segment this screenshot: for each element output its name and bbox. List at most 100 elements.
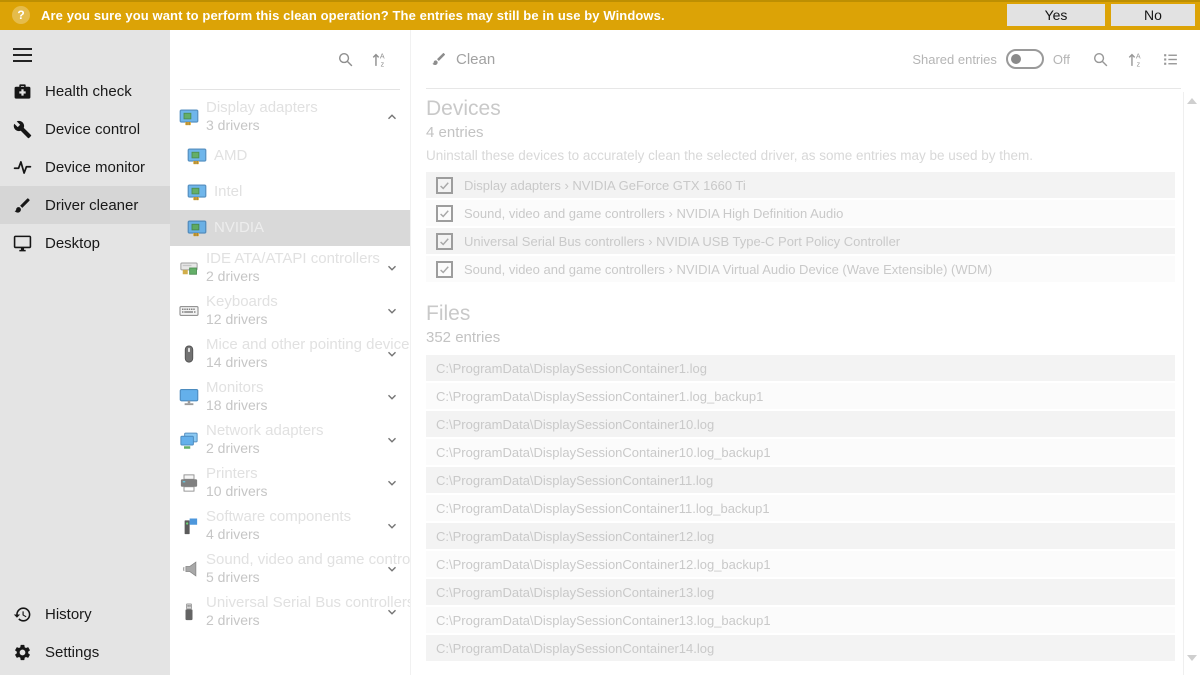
- sort-icon[interactable]: Az: [1127, 51, 1144, 68]
- checkbox-checked-icon[interactable]: [436, 261, 453, 278]
- app-body: Health check Device control Device monit…: [0, 30, 1200, 675]
- menu-button[interactable]: [0, 38, 170, 72]
- tree-item-printers[interactable]: Printers10 drivers: [170, 461, 410, 504]
- tree-item-universal-serial-bus-controllers[interactable]: Universal Serial Bus controllers2 driver…: [170, 590, 410, 633]
- chevron-down-icon[interactable]: [385, 433, 399, 447]
- sidebar-item-label: Device monitor: [45, 159, 145, 176]
- devices-title: Devices: [426, 97, 1175, 121]
- device-group-label: AMD: [214, 147, 247, 164]
- help-icon: ?: [12, 6, 30, 24]
- app-window: ? Are you sure you want to perform this …: [0, 0, 1200, 675]
- clean-header: Clean Shared entries Off Az: [411, 30, 1200, 88]
- toggle-state-label: Off: [1053, 52, 1070, 67]
- sidebar-item-settings[interactable]: Settings: [0, 633, 170, 671]
- file-path-label: C:\ProgramData\DisplaySessionContainer10…: [436, 417, 714, 432]
- scroll-down-arrow[interactable]: [1187, 655, 1197, 661]
- chevron-up-icon[interactable]: [385, 110, 399, 124]
- device-tree: Display adapters3 drivers AMD Intel NVID…: [170, 90, 410, 675]
- device-tree-panel: Az Display adapters3 drivers AMD Intel N…: [170, 30, 410, 675]
- sidebar-item-driver-cleaner[interactable]: Driver cleaner: [0, 186, 170, 224]
- chevron-down-icon[interactable]: [385, 476, 399, 490]
- file-path-label: C:\ProgramData\DisplaySessionContainer10…: [436, 445, 771, 460]
- clean-title-label: Clean: [456, 51, 495, 68]
- shared-entries-toggle[interactable]: [1006, 49, 1044, 69]
- desktop-icon: [13, 234, 32, 253]
- chevron-down-icon[interactable]: [385, 562, 399, 576]
- tree-item-software-components[interactable]: Software components4 drivers: [170, 504, 410, 547]
- tree-item-keyboards[interactable]: Keyboards12 drivers: [170, 289, 410, 332]
- display-adapter-icon: [187, 146, 207, 166]
- file-entry-row: C:\ProgramData\DisplaySessionContainer13…: [426, 579, 1175, 605]
- svg-text:z: z: [381, 61, 385, 68]
- device-entry-row[interactable]: Sound, video and game controllers › NVID…: [426, 256, 1175, 282]
- file-entry-row: C:\ProgramData\DisplaySessionContainer10…: [426, 439, 1175, 465]
- tree-item-monitors[interactable]: Monitors18 drivers: [170, 375, 410, 418]
- tree-item-intel[interactable]: Intel: [170, 174, 410, 210]
- scrollbar[interactable]: [1183, 92, 1200, 675]
- tree-item-nvidia[interactable]: NVIDIA: [170, 210, 410, 246]
- shared-entries-label: Shared entries: [912, 52, 997, 67]
- search-icon[interactable]: [1092, 51, 1109, 68]
- clean-panel: Clean Shared entries Off Az Devices 4 en…: [410, 30, 1200, 675]
- sidebar-item-device-monitor[interactable]: Device monitor: [0, 148, 170, 186]
- file-entry-row: C:\ProgramData\DisplaySessionContainer11…: [426, 467, 1175, 493]
- usb-icon: [179, 602, 199, 622]
- history-icon: [13, 605, 32, 624]
- chevron-down-icon[interactable]: [385, 304, 399, 318]
- no-button[interactable]: No: [1111, 4, 1195, 26]
- sidebar-item-device-control[interactable]: Device control: [0, 110, 170, 148]
- device-group-count: 2 drivers: [206, 612, 410, 629]
- chevron-down-icon[interactable]: [385, 605, 399, 619]
- search-icon[interactable]: [337, 51, 354, 68]
- mouse-icon: [179, 344, 199, 364]
- keyboard-icon: [179, 301, 199, 321]
- device-group-count: 12 drivers: [206, 311, 278, 328]
- chevron-down-icon[interactable]: [385, 261, 399, 275]
- files-section: Files 352 entries C:\ProgramData\Display…: [426, 302, 1175, 661]
- display-adapter-icon: [187, 218, 207, 238]
- tree-item-ide-ata-atapi-controllers[interactable]: IDE ATA/ATAPI controllers2 drivers: [170, 246, 410, 289]
- tree-item-amd[interactable]: AMD: [170, 138, 410, 174]
- device-entry-row[interactable]: Sound, video and game controllers › NVID…: [426, 200, 1175, 226]
- file-entry-row: C:\ProgramData\DisplaySessionContainer1.…: [426, 355, 1175, 381]
- sidebar-bottom-nav: History Settings: [0, 595, 170, 675]
- file-path-label: C:\ProgramData\DisplaySessionContainer12…: [436, 529, 714, 544]
- list-view-icon[interactable]: [1162, 51, 1179, 68]
- scroll-up-arrow[interactable]: [1187, 98, 1197, 104]
- device-group-label: Monitors: [206, 379, 267, 397]
- device-group-count: 4 drivers: [206, 526, 351, 543]
- device-group-label: IDE ATA/ATAPI controllers: [206, 250, 380, 268]
- chevron-down-icon[interactable]: [385, 519, 399, 533]
- hamburger-icon: [13, 44, 32, 66]
- checkbox-checked-icon[interactable]: [436, 233, 453, 250]
- sidebar: Health check Device control Device monit…: [0, 30, 170, 675]
- device-entry-row[interactable]: Universal Serial Bus controllers › NVIDI…: [426, 228, 1175, 254]
- sort-icon[interactable]: Az: [371, 51, 388, 68]
- pulse-icon: [13, 158, 32, 177]
- checkbox-checked-icon[interactable]: [436, 205, 453, 222]
- file-path-label: C:\ProgramData\DisplaySessionContainer14…: [436, 641, 714, 656]
- yes-button[interactable]: Yes: [1007, 4, 1105, 26]
- sidebar-item-label: Health check: [45, 83, 132, 100]
- chevron-down-icon[interactable]: [385, 390, 399, 404]
- chevron-down-icon[interactable]: [385, 347, 399, 361]
- device-group-label: Software components: [206, 508, 351, 526]
- file-entry-row: C:\ProgramData\DisplaySessionContainer12…: [426, 551, 1175, 577]
- device-entry-row[interactable]: Display adapters › NVIDIA GeForce GTX 16…: [426, 172, 1175, 198]
- checkbox-checked-icon[interactable]: [436, 177, 453, 194]
- sidebar-item-history[interactable]: History: [0, 595, 170, 633]
- gear-icon: [13, 643, 32, 662]
- tree-item-display-adapters[interactable]: Display adapters3 drivers: [170, 95, 410, 138]
- network-adapter-icon: [179, 430, 199, 450]
- file-entry-row: C:\ProgramData\DisplaySessionContainer10…: [426, 411, 1175, 437]
- device-group-count: 18 drivers: [206, 397, 267, 414]
- tree-item-sound-video-and-game-controllers[interactable]: Sound, video and game controllers5 drive…: [170, 547, 410, 590]
- devices-description: Uninstall these devices to accurately cl…: [426, 148, 1175, 163]
- clean-title: Clean: [431, 51, 495, 68]
- sidebar-item-health-check[interactable]: Health check: [0, 72, 170, 110]
- sidebar-item-desktop[interactable]: Desktop: [0, 224, 170, 262]
- tree-item-mice-and-other-pointing-devices[interactable]: Mice and other pointing devices14 driver…: [170, 332, 410, 375]
- device-group-label: Sound, video and game controllers: [206, 551, 410, 569]
- tree-item-network-adapters[interactable]: Network adapters2 drivers: [170, 418, 410, 461]
- file-entry-list: C:\ProgramData\DisplaySessionContainer1.…: [426, 355, 1175, 661]
